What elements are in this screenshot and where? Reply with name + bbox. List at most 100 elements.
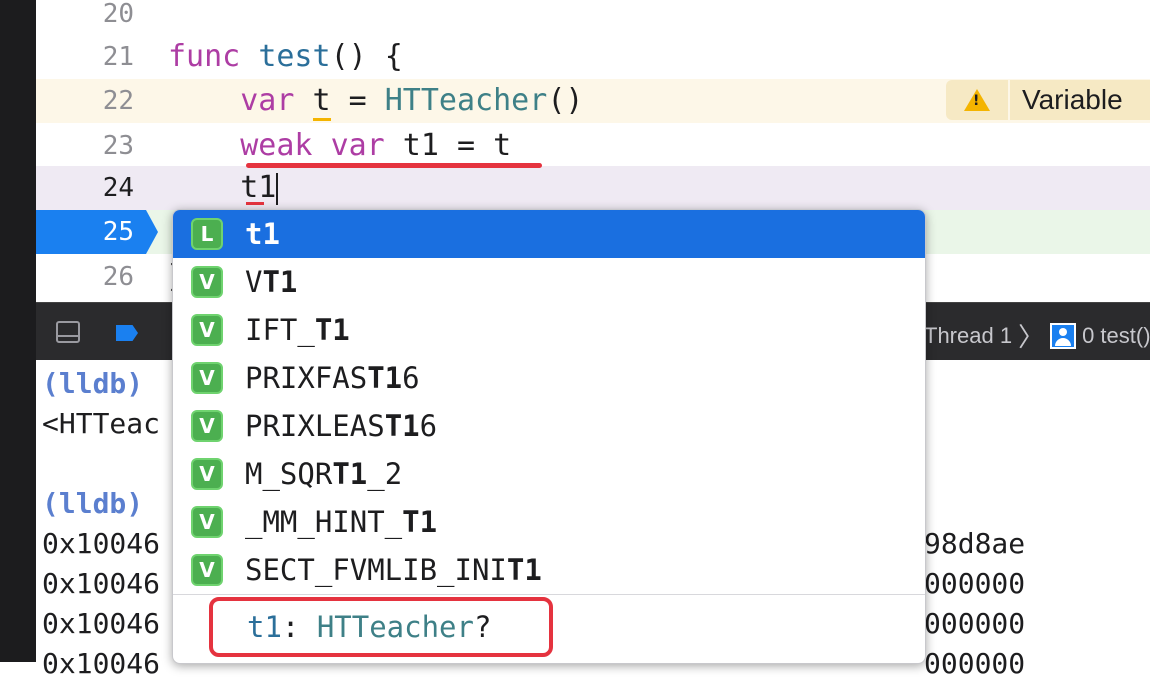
completion-item-label: PRIXFAST16: [245, 361, 420, 395]
completion-item-label: VT1: [245, 265, 297, 299]
label-pre: M_SQR: [245, 457, 333, 491]
completion-detail: t1: HTTeacher?: [209, 597, 553, 657]
completion-item-label: _MM_HINT_T1: [245, 505, 437, 539]
code-token: weak: [240, 128, 313, 163]
label-pre: SECT_FVMLIB_INI: [245, 553, 507, 587]
label-pre: IFT_: [245, 313, 315, 347]
completion-item-label: SECT_FVMLIB_INIT1: [245, 553, 542, 587]
person-icon: [1050, 322, 1077, 349]
label-pre: V: [245, 265, 263, 299]
label-post: _2: [367, 457, 403, 491]
completion-item[interactable]: V IFT_T1: [173, 306, 925, 354]
lldb-prompt: (lldb): [42, 367, 144, 400]
label-bold: T1: [367, 361, 403, 395]
label-bold: t1: [245, 217, 280, 251]
code-token: t: [312, 83, 331, 121]
left-gutter-strip: [0, 0, 36, 662]
variable-icon: V: [191, 362, 223, 394]
label-pre: _MM_HINT_: [245, 505, 403, 539]
code-token: () {: [330, 39, 403, 74]
code-token: =: [330, 83, 385, 118]
current-line-text: t1: [168, 170, 277, 205]
completion-item-label: M_SQRT1_2: [245, 457, 402, 491]
code-line-24[interactable]: 24 t1: [36, 166, 1150, 210]
thread-label[interactable]: Thread 1: [924, 323, 1012, 349]
frame-label[interactable]: 0 test(): [1082, 323, 1150, 349]
console-output-value: 000000: [924, 607, 1026, 640]
code-token: var: [240, 83, 295, 118]
error-squiggle: [246, 202, 264, 205]
label-pre: PRIXLEAS: [245, 409, 385, 443]
completion-item[interactable]: Lt1: [173, 210, 925, 258]
popup-divider: [173, 594, 925, 595]
completion-item[interactable]: V PRIXFAST16: [173, 354, 925, 402]
variable-icon: V: [191, 266, 223, 298]
code-text: var t = HTTeacher(): [168, 79, 583, 123]
warning-badge[interactable]: ! Variable: [946, 80, 1150, 120]
warning-message: Variable: [1022, 84, 1123, 115]
completion-item[interactable]: V M_SQRT1_2: [173, 450, 925, 498]
line-number: 22: [102, 86, 134, 116]
warning-icon: !: [946, 80, 1010, 120]
console-output-line: 0x10046: [42, 527, 161, 560]
variable-icon: V: [191, 458, 223, 490]
code-completion-popup[interactable]: Lt1 V VT1 V IFT_T1 V PRIXFAST16 V PRIXLEAST16 V M_…: [172, 209, 926, 664]
label-pre: PRIXFAS: [245, 361, 368, 395]
label-bold: T1: [402, 505, 438, 539]
completion-item-label: PRIXLEAST16: [245, 409, 437, 443]
code-line-23[interactable]: 23 weak var t1 = t: [36, 124, 1150, 168]
detail-symbol-name: t1: [247, 610, 282, 644]
code-text: func test() {: [168, 35, 403, 79]
variable-icon: V: [191, 506, 223, 538]
lldb-prompt: (lldb): [42, 487, 144, 520]
detail-type: HTTeacher: [316, 610, 474, 644]
console-output-line: 0x10046: [42, 567, 161, 600]
label-bold: T1: [314, 313, 350, 347]
variable-icon: V: [191, 410, 223, 442]
completion-item-label: IFT_T1: [245, 313, 350, 347]
detail-optional-mark: ?: [473, 610, 492, 644]
console-output-value: 000000: [924, 647, 1026, 680]
console-output-line: 0x10046: [42, 607, 161, 640]
line-number: 20: [102, 0, 134, 29]
completion-item[interactable]: V VT1: [173, 258, 925, 306]
variable-icon: V: [191, 314, 223, 346]
code-token: HTTeacher: [384, 83, 548, 118]
console-output-value: 000000: [924, 567, 1026, 600]
line-number: 24: [102, 173, 134, 203]
red-annotation-underline: [246, 163, 542, 168]
label-bold: T1: [332, 457, 368, 491]
console-output-value: 98d8ae: [924, 527, 1026, 560]
label-post: 6: [419, 409, 438, 443]
code-text: weak var t1 = t: [168, 124, 511, 168]
line-number: 25: [102, 217, 134, 247]
code-line-20[interactable]: 20: [36, 0, 1150, 36]
code-token: (): [547, 83, 584, 118]
line-number: 21: [102, 42, 134, 72]
label-bold: T1: [384, 409, 420, 443]
breakpoints-toggle-icon[interactable]: [116, 325, 138, 341]
console-output-line: 0x10046: [42, 647, 161, 680]
completion-item[interactable]: V PRIXLEAST16: [173, 402, 925, 450]
code-token: t1 = t: [384, 128, 512, 163]
line-number: 26: [102, 262, 134, 292]
code-token: test: [258, 39, 331, 74]
hide-debug-area-icon[interactable]: [56, 321, 80, 343]
label-bold: T1: [262, 265, 298, 299]
completion-item[interactable]: V _MM_HINT_T1: [173, 498, 925, 546]
line-number: 23: [102, 131, 134, 161]
detail-colon: :: [281, 610, 317, 644]
code-line-21[interactable]: 21 func test() {: [36, 35, 1150, 79]
variable-icon: V: [191, 554, 223, 586]
label-post: 6: [402, 361, 420, 395]
completion-item[interactable]: V SECT_FVMLIB_INIT1: [173, 546, 925, 594]
chevron-right-icon: 〉: [1018, 322, 1045, 352]
text-cursor: [276, 172, 279, 205]
code-token: var: [330, 128, 385, 163]
thread-breadcrumb[interactable]: Thread 1 〉 0 test(): [924, 317, 1150, 354]
